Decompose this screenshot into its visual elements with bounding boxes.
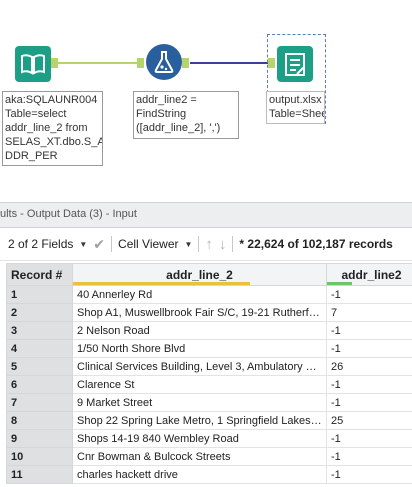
fields-label: 2 of 2 Fields xyxy=(8,237,74,251)
output-file-icon xyxy=(285,53,305,76)
output-data-tool[interactable] xyxy=(277,46,313,82)
results-grid[interactable]: Record # addr_line_2 addr_line2 1 40 Anne… xyxy=(6,263,412,484)
addr-line2-cell[interactable]: 7 xyxy=(326,303,412,322)
table-row[interactable]: 5 Clinical Services Building, Level 3, Am… xyxy=(6,357,412,376)
record-count: * 22,624 of 102,187 records xyxy=(239,237,393,251)
arrow-down-icon[interactable]: ↓ xyxy=(219,236,227,253)
addr-line-2-cell[interactable]: 40 Annerley Rd xyxy=(72,285,327,304)
toolbar-divider xyxy=(111,236,113,252)
input-tool-annotation: aka:SQLAUNR004 Table=select addr_line_2 … xyxy=(2,91,103,166)
results-title: ults - Output Data (3) - Input xyxy=(0,202,412,228)
formula-tool-annotation: addr_line2 = FindString ([addr_line_2], … xyxy=(133,91,239,139)
output-tool-input-anchor[interactable] xyxy=(268,58,275,68)
record-number-cell[interactable]: 6 xyxy=(6,375,73,394)
input-tool-output-anchor[interactable] xyxy=(51,58,58,68)
addr-line-2-cell[interactable]: Clarence St xyxy=(72,375,327,394)
record-number-cell[interactable]: 9 xyxy=(6,429,73,448)
addr-line2-cell[interactable]: -1 xyxy=(326,429,412,448)
formula-tool-output-anchor[interactable] xyxy=(182,58,189,68)
record-number-cell[interactable]: 1 xyxy=(6,285,73,304)
addr-line2-cell[interactable]: 25 xyxy=(326,411,412,430)
header-row: Record # addr_line_2 addr_line2 xyxy=(6,263,412,286)
addr-line2-cell[interactable]: -1 xyxy=(326,321,412,340)
cell-viewer-dropdown[interactable]: Cell Viewer ▼ xyxy=(118,237,192,251)
addr-line2-cell[interactable]: -1 xyxy=(326,339,412,358)
table-row[interactable]: 79 Market Street -1 xyxy=(6,393,412,412)
addr-line-2-cell[interactable]: charles hackett drive xyxy=(72,465,327,484)
table-row[interactable]: 10 Cnr Bowman & Bulcock Streets -1 xyxy=(6,447,412,466)
cell-viewer-label: Cell Viewer xyxy=(118,237,179,251)
column-header-label: addr_line2 xyxy=(341,267,402,282)
number-type-bar xyxy=(327,282,352,285)
table-row[interactable]: 32 Nelson Road -1 xyxy=(6,321,412,340)
record-number-cell[interactable]: 7 xyxy=(6,393,73,412)
table-row[interactable]: 6 Clarence St -1 xyxy=(6,375,412,394)
input-data-tool[interactable] xyxy=(15,46,51,82)
record-number-cell[interactable]: 5 xyxy=(6,357,73,376)
addr-line-2-cell[interactable]: Shops 14-19 840 Wembley Road xyxy=(72,429,327,448)
addr-line2-cell[interactable]: 26 xyxy=(326,357,412,376)
addr-line-2-cell[interactable]: Shop A1, Muswellbrook Fair S/C, 19-21 Ru… xyxy=(72,303,327,322)
table-row[interactable]: 8 Shop 22 Spring Lake Metro, 1 Springfiel… xyxy=(6,411,412,430)
addr-line-2-cell[interactable]: 2 Nelson Road xyxy=(72,321,327,340)
toolbar-divider xyxy=(232,236,234,252)
addr-line2-cell[interactable]: -1 xyxy=(326,465,412,484)
results-toolbar: 2 of 2 Fields ▼ ✔ Cell Viewer ▼ ↑ ↓ * 22… xyxy=(0,228,412,261)
chevron-down-icon: ▼ xyxy=(79,239,88,249)
output-tool-annotation: output.xlsx Table=Sheet1 xyxy=(266,91,325,124)
chevron-down-icon: ▼ xyxy=(184,239,193,249)
addr-line-2-cell[interactable]: 1/50 North Shore Blvd xyxy=(72,339,327,358)
record-number-cell[interactable]: 4 xyxy=(6,339,73,358)
formula-tool-input-anchor[interactable] xyxy=(137,58,144,68)
addr-line-2-cell[interactable]: 9 Market Street xyxy=(72,393,327,412)
column-header-record[interactable]: Record # xyxy=(6,263,73,286)
flask-icon xyxy=(154,51,174,73)
record-number-cell[interactable]: 11 xyxy=(6,465,73,484)
addr-line-2-cell[interactable]: Clinical Services Building, Level 3, Amb… xyxy=(72,357,327,376)
string-type-bar xyxy=(73,282,251,285)
table-row[interactable]: 9 Shops 14-19 840 Wembley Road -1 xyxy=(6,429,412,448)
column-header-addr-line-2[interactable]: addr_line_2 xyxy=(72,263,327,286)
column-header-addr-line2[interactable]: addr_line2 xyxy=(326,263,412,286)
record-number-cell[interactable]: 8 xyxy=(6,411,73,430)
arrow-up-icon[interactable]: ↑ xyxy=(205,236,213,253)
record-number-cell[interactable]: 10 xyxy=(6,447,73,466)
addr-line2-cell[interactable]: -1 xyxy=(326,285,412,304)
addr-line-2-cell[interactable]: Cnr Bowman & Bulcock Streets xyxy=(72,447,327,466)
addr-line-2-cell[interactable]: Shop 22 Spring Lake Metro, 1 Springfield… xyxy=(72,411,327,430)
workflow-canvas[interactable]: aka:SQLAUNR004 Table=select addr_line_2 … xyxy=(0,0,412,200)
results-window: ults - Output Data (3) - Input 2 of 2 Fi… xyxy=(0,202,412,487)
formula-tool[interactable] xyxy=(146,44,182,80)
apply-check-icon[interactable]: ✔ xyxy=(93,236,105,253)
addr-line2-cell[interactable]: -1 xyxy=(326,393,412,412)
table-row[interactable]: 2 Shop A1, Muswellbrook Fair S/C, 19-21 R… xyxy=(6,303,412,322)
record-number-cell[interactable]: 2 xyxy=(6,303,73,322)
addr-line2-cell[interactable]: -1 xyxy=(326,375,412,394)
record-number-cell[interactable]: 3 xyxy=(6,321,73,340)
addr-line2-cell[interactable]: -1 xyxy=(326,447,412,466)
table-row[interactable]: 11 charles hackett drive -1 xyxy=(6,465,412,484)
table-row[interactable]: 4 1/50 North Shore Blvd -1 xyxy=(6,339,412,358)
toolbar-divider xyxy=(198,236,200,252)
fields-dropdown[interactable]: 2 of 2 Fields ▼ xyxy=(8,237,87,251)
column-header-label: addr_line_2 xyxy=(166,267,233,282)
table-row[interactable]: 1 40 Annerley Rd -1 xyxy=(6,285,412,304)
book-icon xyxy=(21,54,45,75)
